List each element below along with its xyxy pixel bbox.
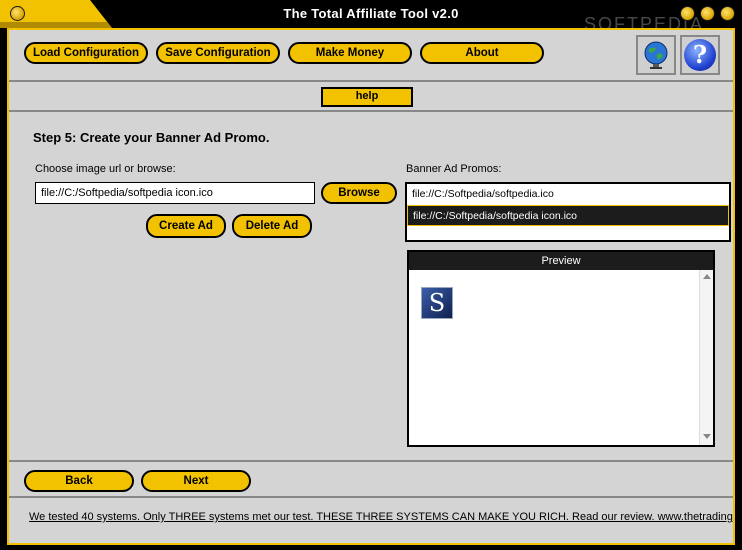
load-configuration-button[interactable]: Load Configuration [24,42,148,64]
top-toolbar: Load Configuration Save Configuration Ma… [9,30,733,82]
close-window-button[interactable] [720,6,735,21]
help-strip: help [9,84,733,112]
preview-panel: Preview S [407,250,715,447]
image-url-label: Choose image url or browse: [35,163,176,175]
title-bar[interactable]: The Total Affiliate Tool v2.0 SOFTPEDIA [0,0,742,34]
preview-header: Preview [409,252,713,270]
make-money-button[interactable]: Make Money [288,42,412,64]
help-question-icon: ? [684,39,716,71]
minimize-button[interactable] [10,6,25,21]
list-item-selected[interactable]: file://C:/Softpedia/softpedia icon.ico [407,205,729,226]
main-frame: Load Configuration Save Configuration Ma… [7,28,735,545]
preview-scrollbar[interactable] [699,270,713,445]
back-button[interactable]: Back [24,470,134,492]
image-url-input[interactable] [35,182,315,204]
scroll-up-arrow-icon[interactable] [703,274,711,279]
minimize-window-button[interactable] [680,6,695,21]
ticker-separator [9,496,733,498]
list-item[interactable]: file://C:/Softpedia/softpedia.ico [407,184,729,205]
maximize-window-button[interactable] [700,6,715,21]
scroll-down-arrow-icon[interactable] [703,434,711,439]
globe-icon [644,41,668,69]
banner-promos-list[interactable]: file://C:/Softpedia/softpedia.ico file:/… [405,182,731,242]
help-tab-label: help [355,90,379,102]
help-tab[interactable]: help [321,87,413,107]
create-ad-button[interactable]: Create Ad [146,214,226,238]
softpedia-logo-icon: S [421,287,453,319]
bottom-separator [9,460,733,462]
ad-ticker[interactable]: We tested 40 systems. Only THREE systems… [29,511,733,525]
next-button[interactable]: Next [141,470,251,492]
browse-button[interactable]: Browse [321,182,397,204]
web-button[interactable] [636,35,676,75]
banner-promos-label: Banner Ad Promos: [406,163,502,175]
save-configuration-button[interactable]: Save Configuration [156,42,280,64]
help-button[interactable]: ? [680,35,720,75]
about-button[interactable]: About [420,42,544,64]
delete-ad-button[interactable]: Delete Ad [232,214,312,238]
step-title: Step 5: Create your Banner Ad Promo. [33,130,270,145]
